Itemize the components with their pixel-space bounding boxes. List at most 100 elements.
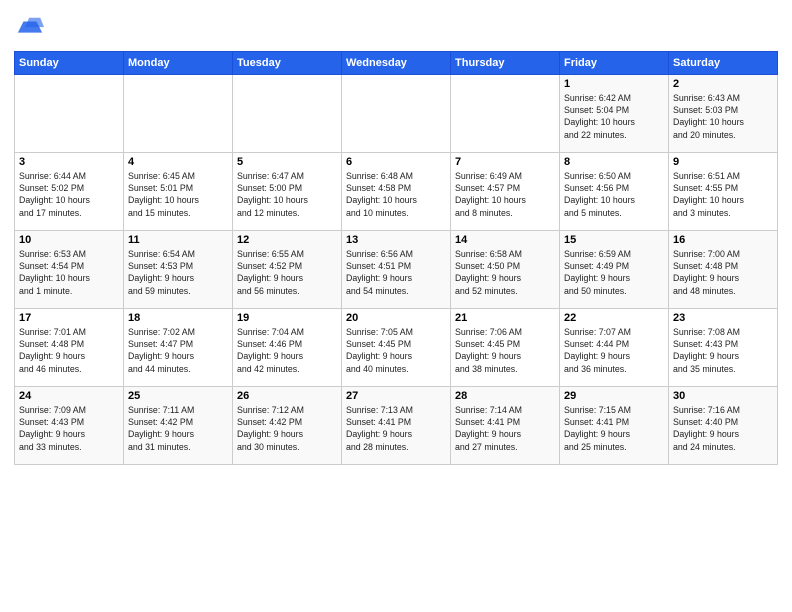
- day-number: 7: [455, 156, 555, 168]
- day-number: 9: [673, 156, 773, 168]
- day-number: 2: [673, 78, 773, 90]
- day-info: Sunrise: 7:15 AMSunset: 4:41 PMDaylight:…: [564, 404, 664, 453]
- day-number: 5: [237, 156, 337, 168]
- day-number: 8: [564, 156, 664, 168]
- calendar-cell: 7 Sunrise: 6:49 AMSunset: 4:57 PMDaylight…: [451, 152, 560, 230]
- calendar-cell: [451, 74, 560, 152]
- day-number: 19: [237, 312, 337, 324]
- day-number: 17: [19, 312, 119, 324]
- calendar-cell: 15 Sunrise: 6:59 AMSunset: 4:49 PMDayligh…: [560, 230, 669, 308]
- day-number: 13: [346, 234, 446, 246]
- day-number: 24: [19, 390, 119, 402]
- day-info: Sunrise: 7:02 AMSunset: 4:47 PMDaylight:…: [128, 326, 228, 375]
- day-number: 15: [564, 234, 664, 246]
- calendar-cell: 16 Sunrise: 7:00 AMSunset: 4:48 PMDayligh…: [669, 230, 778, 308]
- calendar-cell: 11 Sunrise: 6:54 AMSunset: 4:53 PMDayligh…: [124, 230, 233, 308]
- calendar-cell: 10 Sunrise: 6:53 AMSunset: 4:54 PMDayligh…: [15, 230, 124, 308]
- day-info: Sunrise: 6:58 AMSunset: 4:50 PMDaylight:…: [455, 248, 555, 297]
- day-info: Sunrise: 6:45 AMSunset: 5:01 PMDaylight:…: [128, 170, 228, 219]
- page-container: SundayMondayTuesdayWednesdayThursdayFrid…: [0, 0, 792, 473]
- day-number: 26: [237, 390, 337, 402]
- calendar-cell: 23 Sunrise: 7:08 AMSunset: 4:43 PMDayligh…: [669, 308, 778, 386]
- day-info: Sunrise: 7:13 AMSunset: 4:41 PMDaylight:…: [346, 404, 446, 453]
- calendar-cell: 9 Sunrise: 6:51 AMSunset: 4:55 PMDaylight…: [669, 152, 778, 230]
- day-info: Sunrise: 7:06 AMSunset: 4:45 PMDaylight:…: [455, 326, 555, 375]
- calendar-cell: [15, 74, 124, 152]
- day-number: 25: [128, 390, 228, 402]
- calendar-table: SundayMondayTuesdayWednesdayThursdayFrid…: [14, 51, 778, 465]
- calendar-cell: 17Sunrise: 7:01 AMSunset: 4:48 PMDayligh…: [15, 308, 124, 386]
- logo-icon: [16, 14, 44, 42]
- calendar-cell: 8 Sunrise: 6:50 AMSunset: 4:56 PMDaylight…: [560, 152, 669, 230]
- calendar-cell: 4Sunrise: 6:45 AMSunset: 5:01 PMDaylight…: [124, 152, 233, 230]
- calendar-cell: 28Sunrise: 7:14 AMSunset: 4:41 PMDayligh…: [451, 386, 560, 464]
- day-info: Sunrise: 6:49 AMSunset: 4:57 PMDaylight:…: [455, 170, 555, 219]
- day-info: Sunrise: 6:53 AMSunset: 4:54 PMDaylight:…: [19, 248, 119, 297]
- day-info: Sunrise: 7:00 AMSunset: 4:48 PMDaylight:…: [673, 248, 773, 297]
- calendar-cell: 27 Sunrise: 7:13 AMSunset: 4:41 PMDayligh…: [342, 386, 451, 464]
- day-info: Sunrise: 7:12 AMSunset: 4:42 PMDaylight:…: [237, 404, 337, 453]
- day-info: Sunrise: 6:59 AMSunset: 4:49 PMDaylight:…: [564, 248, 664, 297]
- day-number: 16: [673, 234, 773, 246]
- calendar-cell: 3 Sunrise: 6:44 AMSunset: 5:02 PMDaylight…: [15, 152, 124, 230]
- day-number: 11: [128, 234, 228, 246]
- day-info: Sunrise: 6:42 AMSunset: 5:04 PMDaylight:…: [564, 92, 664, 141]
- day-info: Sunrise: 6:48 AMSunset: 4:58 PMDaylight:…: [346, 170, 446, 219]
- day-number: 1: [564, 78, 664, 90]
- calendar-cell: 22 Sunrise: 7:07 AMSunset: 4:44 PMDayligh…: [560, 308, 669, 386]
- day-number: 23: [673, 312, 773, 324]
- week-row-4: 17Sunrise: 7:01 AMSunset: 4:48 PMDayligh…: [15, 308, 778, 386]
- day-info: Sunrise: 6:51 AMSunset: 4:55 PMDaylight:…: [673, 170, 773, 219]
- calendar-cell: 6 Sunrise: 6:48 AMSunset: 4:58 PMDaylight…: [342, 152, 451, 230]
- day-info: Sunrise: 7:09 AMSunset: 4:43 PMDaylight:…: [19, 404, 119, 453]
- calendar-cell: [233, 74, 342, 152]
- calendar-cell: 24 Sunrise: 7:09 AMSunset: 4:43 PMDayligh…: [15, 386, 124, 464]
- calendar-cell: 19 Sunrise: 7:04 AMSunset: 4:46 PMDayligh…: [233, 308, 342, 386]
- day-number: 18: [128, 312, 228, 324]
- day-number: 21: [455, 312, 555, 324]
- calendar-cell: 14 Sunrise: 6:58 AMSunset: 4:50 PMDayligh…: [451, 230, 560, 308]
- day-number: 6: [346, 156, 446, 168]
- calendar-cell: 18 Sunrise: 7:02 AMSunset: 4:47 PMDayligh…: [124, 308, 233, 386]
- day-info: Sunrise: 6:55 AMSunset: 4:52 PMDaylight:…: [237, 248, 337, 297]
- weekday-header-tuesday: Tuesday: [233, 51, 342, 74]
- day-info: Sunrise: 6:47 AMSunset: 5:00 PMDaylight:…: [237, 170, 337, 219]
- calendar-cell: 21 Sunrise: 7:06 AMSunset: 4:45 PMDayligh…: [451, 308, 560, 386]
- day-number: 10: [19, 234, 119, 246]
- day-number: 20: [346, 312, 446, 324]
- day-info: Sunrise: 6:43 AMSunset: 5:03 PMDaylight:…: [673, 92, 773, 141]
- calendar-cell: 25 Sunrise: 7:11 AMSunset: 4:42 PMDayligh…: [124, 386, 233, 464]
- weekday-header-thursday: Thursday: [451, 51, 560, 74]
- day-number: 3: [19, 156, 119, 168]
- calendar-cell: 2 Sunrise: 6:43 AMSunset: 5:03 PMDaylight…: [669, 74, 778, 152]
- day-info: Sunrise: 6:44 AMSunset: 5:02 PMDaylight:…: [19, 170, 119, 219]
- weekday-header-saturday: Saturday: [669, 51, 778, 74]
- calendar-cell: 1 Sunrise: 6:42 AMSunset: 5:04 PMDaylight…: [560, 74, 669, 152]
- day-info: Sunrise: 7:07 AMSunset: 4:44 PMDaylight:…: [564, 326, 664, 375]
- day-number: 30: [673, 390, 773, 402]
- day-number: 29: [564, 390, 664, 402]
- day-info: Sunrise: 6:56 AMSunset: 4:51 PMDaylight:…: [346, 248, 446, 297]
- day-info: Sunrise: 7:16 AMSunset: 4:40 PMDaylight:…: [673, 404, 773, 453]
- logo: [14, 14, 44, 47]
- day-number: 22: [564, 312, 664, 324]
- day-info: Sunrise: 7:11 AMSunset: 4:42 PMDaylight:…: [128, 404, 228, 453]
- weekday-header-sunday: Sunday: [15, 51, 124, 74]
- day-info: Sunrise: 6:54 AMSunset: 4:53 PMDaylight:…: [128, 248, 228, 297]
- day-info: Sunrise: 6:50 AMSunset: 4:56 PMDaylight:…: [564, 170, 664, 219]
- weekday-header-monday: Monday: [124, 51, 233, 74]
- day-number: 12: [237, 234, 337, 246]
- page-header: [14, 10, 778, 47]
- day-number: 14: [455, 234, 555, 246]
- day-info: Sunrise: 7:05 AMSunset: 4:45 PMDaylight:…: [346, 326, 446, 375]
- calendar-cell: 30 Sunrise: 7:16 AMSunset: 4:40 PMDayligh…: [669, 386, 778, 464]
- calendar-cell: 13 Sunrise: 6:56 AMSunset: 4:51 PMDayligh…: [342, 230, 451, 308]
- day-number: 28: [455, 390, 555, 402]
- day-number: 27: [346, 390, 446, 402]
- day-info: Sunrise: 7:04 AMSunset: 4:46 PMDaylight:…: [237, 326, 337, 375]
- day-info: Sunrise: 7:08 AMSunset: 4:43 PMDaylight:…: [673, 326, 773, 375]
- week-row-5: 24 Sunrise: 7:09 AMSunset: 4:43 PMDayligh…: [15, 386, 778, 464]
- calendar-cell: 20 Sunrise: 7:05 AMSunset: 4:45 PMDayligh…: [342, 308, 451, 386]
- calendar-cell: 26 Sunrise: 7:12 AMSunset: 4:42 PMDayligh…: [233, 386, 342, 464]
- calendar-cell: 5 Sunrise: 6:47 AMSunset: 5:00 PMDaylight…: [233, 152, 342, 230]
